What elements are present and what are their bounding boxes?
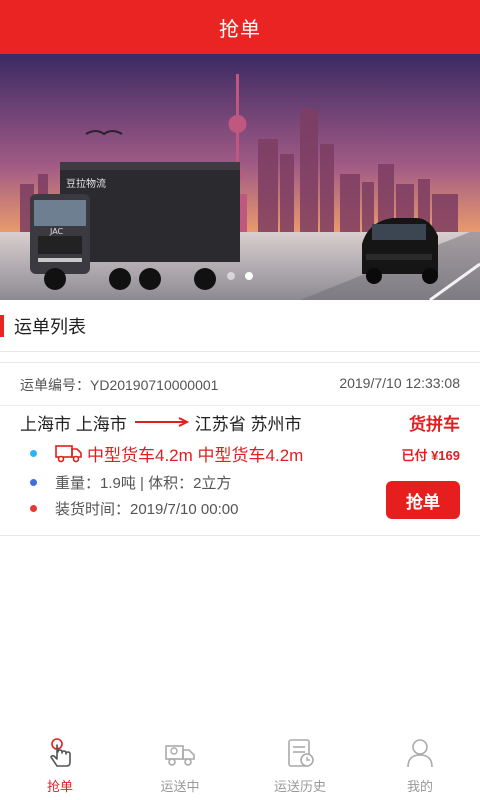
person-icon	[407, 739, 433, 768]
section-title: 运单列表	[14, 316, 86, 337]
bullet-dot	[30, 478, 37, 486]
bullet-dot	[30, 504, 37, 512]
section-header: 运单列表	[0, 300, 480, 352]
vehicle-row: 中型货车4.2m 中型货车4.2m	[30, 442, 304, 465]
tab-grab[interactable]: 抢单	[0, 728, 120, 800]
bullet-dot	[30, 449, 37, 457]
order-number-value: YD20190710000001	[90, 377, 219, 393]
route-origin: 上海市 上海市	[20, 414, 127, 434]
history-document-icon	[288, 739, 314, 767]
section-accent-bar	[0, 314, 4, 337]
tab-label: 运送中	[160, 779, 200, 794]
order-type-tag: 货拼车	[409, 415, 460, 434]
weight-volume-text: 重量：1.9吨 | 体积：2立方	[55, 474, 232, 492]
carousel-indicator	[0, 272, 480, 280]
order-number: 运单编号：YD20190710000001	[20, 375, 218, 399]
banner-image: 豆拉物流 JAC	[0, 54, 480, 300]
carousel-dot-active[interactable]	[245, 272, 253, 280]
page-title: 抢单	[219, 18, 261, 41]
order-card[interactable]: 运单编号：YD20190710000001 2019/7/10 12:33:08…	[0, 362, 480, 536]
paid-amount: 已付 ¥169	[401, 448, 460, 463]
tab-label: 抢单	[46, 779, 73, 794]
truck-icon	[55, 445, 82, 463]
delivery-truck-icon	[165, 745, 195, 766]
load-time-row: 装货时间：2019/7/10 00:00	[30, 497, 238, 519]
divider	[0, 405, 480, 406]
tab-label: 运送历史	[273, 779, 326, 794]
arrow-right-icon	[134, 417, 189, 427]
tab-label: 我的	[406, 779, 433, 794]
route: 上海市 上海市 江苏省 苏州市	[20, 410, 301, 434]
weight-row: 重量：1.9吨 | 体积：2立方	[30, 471, 231, 493]
svg-text:豆拉物流: 豆拉物流	[66, 177, 106, 190]
banner-carousel[interactable]: 豆拉物流 JAC	[0, 54, 480, 300]
order-number-label: 运单编号：	[20, 377, 90, 393]
tab-history[interactable]: 运送历史	[240, 728, 360, 800]
svg-text:JAC: JAC	[49, 227, 64, 236]
order-meta: 运单编号：YD20190710000001 2019/7/10 12:33:08	[20, 375, 460, 399]
vehicle-type: 中型货车4.2m 中型货车4.2m	[87, 445, 304, 465]
carousel-dot[interactable]	[227, 272, 235, 280]
bottom-tab-bar: 抢单 运送中 运送历史 我的	[0, 728, 480, 800]
tab-mine[interactable]: 我的	[360, 728, 480, 800]
route-destination: 江苏省 苏州市	[194, 414, 302, 434]
order-datetime: 2019/7/10 12:33:08	[339, 375, 460, 391]
grab-order-button[interactable]: 抢单	[386, 481, 460, 519]
app-header: 抢单	[0, 0, 480, 54]
tab-in-transit[interactable]: 运送中	[120, 728, 240, 800]
load-time-text: 装货时间：2019/7/10 00:00	[55, 500, 239, 518]
hand-tap-icon	[50, 738, 71, 767]
